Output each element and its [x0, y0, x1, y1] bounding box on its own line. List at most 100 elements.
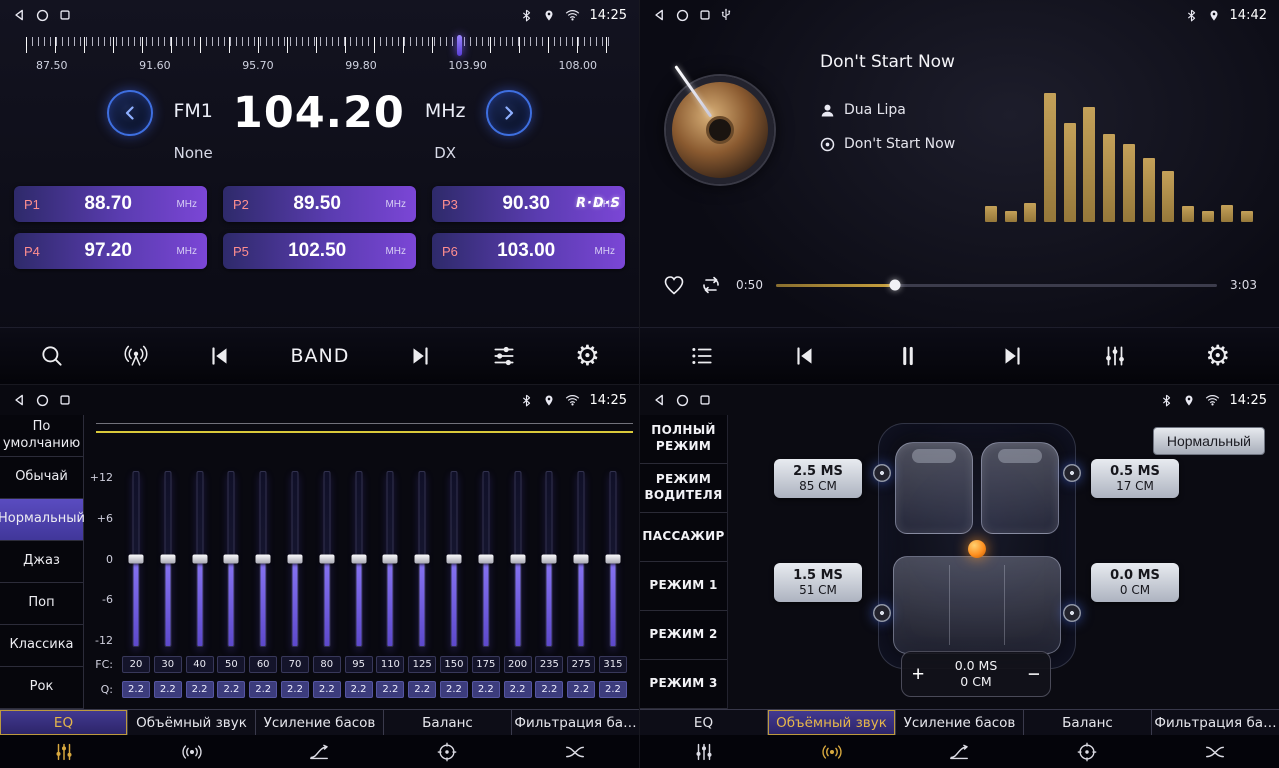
eq-band-slider[interactable] [504, 471, 532, 647]
mixer-icon[interactable] [1102, 343, 1128, 369]
eq-preset-item[interactable]: Классика [0, 625, 83, 667]
sound-tab[interactable]: Фильтрация ба… [512, 710, 639, 735]
nav-back-icon[interactable] [652, 8, 666, 22]
eq-band-slider[interactable] [154, 471, 182, 647]
eq-slider-handle[interactable] [574, 555, 589, 564]
eq-slider-handle[interactable] [446, 555, 461, 564]
sound-tab[interactable]: Усиление басов [896, 710, 1024, 735]
previous-track-icon[interactable] [792, 343, 818, 369]
playlist-icon[interactable] [689, 343, 715, 369]
preset-button[interactable]: P6 103.00 MHz [432, 233, 625, 269]
nav-back-icon[interactable] [12, 8, 26, 22]
eq-band-slider[interactable] [249, 471, 277, 647]
eq-slider-handle[interactable] [542, 555, 557, 564]
eq-slider-handle[interactable] [351, 555, 366, 564]
preset-button[interactable]: P5 102.50 MHz [223, 233, 416, 269]
sound-tab[interactable]: EQ [0, 710, 128, 735]
eq-band-slider[interactable] [440, 471, 468, 647]
surround-mode-item[interactable]: ПАССАЖИР [640, 513, 727, 562]
nav-home-icon[interactable] [676, 9, 689, 22]
eq-preset-item[interactable]: Джаз [0, 541, 83, 583]
nav-back-icon[interactable] [652, 393, 666, 407]
eq-tab-icon[interactable] [0, 735, 128, 768]
next-track-icon[interactable] [999, 343, 1025, 369]
delay-minus-button[interactable]: − [1028, 664, 1040, 685]
bass-boost-tab-icon[interactable] [256, 735, 384, 768]
tune-down-button[interactable] [107, 90, 153, 136]
sound-tab[interactable]: Объёмный звук [128, 710, 256, 735]
repeat-icon[interactable] [699, 273, 723, 297]
sound-tab[interactable]: Баланс [1024, 710, 1152, 735]
sound-tab[interactable]: Объёмный звук [768, 710, 896, 735]
eq-band-slider[interactable] [567, 471, 595, 647]
eq-slider-handle[interactable] [129, 555, 144, 564]
eq-band-slider[interactable] [376, 471, 404, 647]
pause-icon[interactable] [895, 343, 921, 369]
search-icon[interactable] [39, 343, 65, 369]
eq-band-slider[interactable] [599, 471, 627, 647]
eq-preset-item[interactable]: Рок [0, 667, 83, 709]
surround-tab-icon[interactable] [768, 735, 896, 768]
rear-left-delay[interactable]: 1.5 MS 51 CM [774, 563, 862, 602]
previous-icon[interactable] [207, 343, 233, 369]
eq-preset-item[interactable]: По умолчанию [0, 415, 83, 457]
eq-preset-item[interactable]: Нормальный [0, 499, 83, 541]
balance-tab-icon[interactable] [1023, 735, 1151, 768]
eq-slider-handle[interactable] [192, 555, 207, 564]
bass-boost-tab-icon[interactable] [896, 735, 1024, 768]
front-right-delay[interactable]: 0.5 MS 17 CM [1091, 459, 1179, 498]
surround-mode-item[interactable]: РЕЖИМ 3 [640, 660, 727, 709]
surround-mode-item[interactable]: РЕЖИМ 1 [640, 562, 727, 611]
surround-preset-button[interactable]: Нормальный [1153, 427, 1265, 455]
eq-slider-handle[interactable] [605, 555, 620, 564]
eq-settings-icon[interactable] [491, 343, 517, 369]
frequency-ruler[interactable] [26, 37, 613, 55]
eq-slider-handle[interactable] [383, 555, 398, 564]
nav-recents-icon[interactable] [59, 9, 71, 21]
nav-home-icon[interactable] [36, 394, 49, 407]
settings-gear-icon[interactable]: ⚙ [575, 342, 600, 370]
sound-tab[interactable]: EQ [640, 710, 768, 735]
eq-slider-handle[interactable] [287, 555, 302, 564]
preset-button[interactable]: P1 88.70 MHz [14, 186, 207, 222]
eq-slider-handle[interactable] [224, 555, 239, 564]
filter-tab-icon[interactable] [1151, 735, 1279, 768]
eq-slider-handle[interactable] [319, 555, 334, 564]
nav-recents-icon[interactable] [699, 9, 711, 21]
filter-tab-icon[interactable] [511, 735, 639, 768]
surround-tab-icon[interactable] [128, 735, 256, 768]
surround-mode-item[interactable]: ПОЛНЫЙ РЕЖИМ [640, 415, 727, 464]
eq-slider-handle[interactable] [478, 555, 493, 564]
surround-mode-item[interactable]: РЕЖИМ 2 [640, 611, 727, 660]
broadcast-icon[interactable] [123, 343, 149, 369]
eq-band-slider[interactable] [535, 471, 563, 647]
eq-preset-item[interactable]: Поп [0, 583, 83, 625]
eq-slider-handle[interactable] [160, 555, 175, 564]
eq-band-slider[interactable] [281, 471, 309, 647]
eq-band-slider[interactable] [217, 471, 245, 647]
eq-band-slider[interactable] [345, 471, 373, 647]
eq-preset-item[interactable]: Обычай [0, 457, 83, 499]
nav-home-icon[interactable] [676, 394, 689, 407]
nav-home-icon[interactable] [36, 9, 49, 22]
rear-right-delay[interactable]: 0.0 MS 0 CM [1091, 563, 1179, 602]
sound-tab[interactable]: Усиление басов [256, 710, 384, 735]
nav-recents-icon[interactable] [699, 394, 711, 406]
nav-recents-icon[interactable] [59, 394, 71, 406]
eq-band-slider[interactable] [186, 471, 214, 647]
eq-slider-handle[interactable] [415, 555, 430, 564]
progress-knob[interactable] [890, 280, 901, 291]
sound-tab[interactable]: Фильтрация ба… [1152, 710, 1279, 735]
surround-mode-item[interactable]: РЕЖИМ ВОДИТЕЛЯ [640, 464, 727, 513]
settings-gear-icon[interactable]: ⚙ [1205, 342, 1230, 370]
balance-tab-icon[interactable] [383, 735, 511, 768]
listening-position-marker[interactable] [968, 540, 986, 558]
preset-button[interactable]: P4 97.20 MHz [14, 233, 207, 269]
eq-band-slider[interactable] [313, 471, 341, 647]
next-icon[interactable] [407, 343, 433, 369]
delay-plus-button[interactable]: + [912, 664, 924, 685]
eq-band-slider[interactable] [408, 471, 436, 647]
preset-button[interactable]: P2 89.50 MHz [223, 186, 416, 222]
band-button[interactable]: BAND [290, 345, 349, 367]
eq-band-slider[interactable] [472, 471, 500, 647]
